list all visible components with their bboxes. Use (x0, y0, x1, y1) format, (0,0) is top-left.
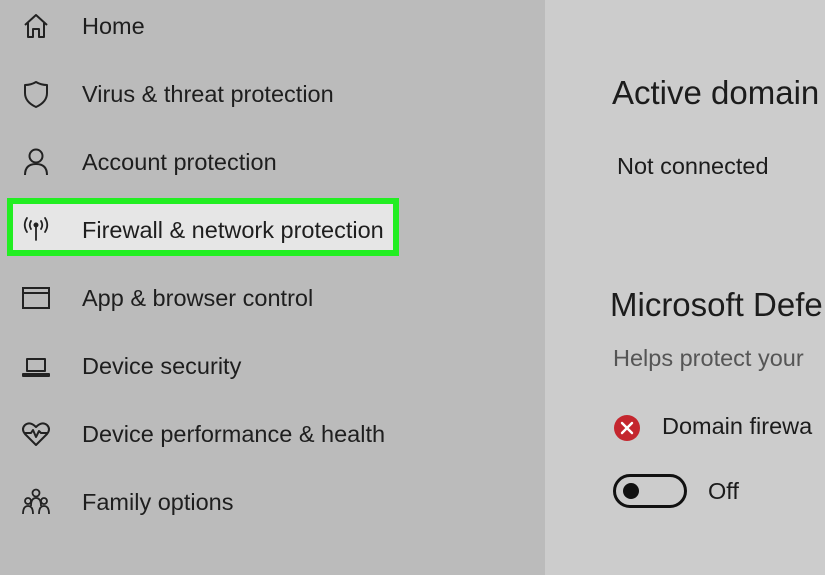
sidebar-item-label: Account protection (82, 148, 277, 175)
sidebar-nav: Home Virus & threat protection Account p… (0, 0, 545, 575)
error-icon (614, 415, 640, 441)
sidebar-item-virus-threat-protection[interactable]: Virus & threat protection (0, 72, 520, 116)
sidebar-item-label: Firewall & network protection (82, 216, 384, 243)
antenna-icon (20, 214, 52, 246)
sidebar-item-label: Device performance & health (82, 420, 386, 447)
sidebar-item-label: Home (82, 12, 145, 39)
toggle-state-label: Off (708, 478, 739, 504)
laptop-icon (20, 350, 52, 382)
defender-description: Helps protect your (613, 345, 804, 371)
sidebar-item-firewall-network-protection[interactable]: Firewall & network protection (0, 208, 520, 252)
sidebar-item-home[interactable]: Home (0, 4, 520, 48)
windows-security-window: Home Virus & threat protection Account p… (0, 0, 825, 575)
sidebar-item-label: Virus & threat protection (82, 80, 334, 107)
domain-firewall-toggle[interactable] (613, 474, 687, 508)
sidebar-item-app-browser-control[interactable]: App & browser control (0, 276, 520, 320)
active-domain-heading: Active domain (612, 74, 820, 111)
home-icon (20, 10, 52, 42)
sidebar-item-label: Family options (82, 488, 234, 515)
domain-firewall-label: Domain firewa (662, 413, 813, 439)
family-icon (20, 486, 52, 518)
shield-icon (20, 78, 52, 110)
sidebar-item-label: Device security (82, 352, 242, 379)
person-icon (20, 146, 52, 178)
sidebar-item-label: App & browser control (82, 284, 314, 311)
heart-pulse-icon (20, 418, 52, 450)
sidebar-item-device-performance-health[interactable]: Device performance & health (0, 412, 520, 456)
browser-window-icon (20, 282, 52, 314)
sidebar-item-account-protection[interactable]: Account protection (0, 140, 520, 184)
active-domain-status: Not connected (617, 153, 769, 179)
sidebar-item-device-security[interactable]: Device security (0, 344, 520, 388)
sidebar-item-family-options[interactable]: Family options (0, 480, 520, 524)
toggle-knob (623, 483, 639, 499)
defender-firewall-heading: Microsoft Defe (610, 286, 823, 323)
